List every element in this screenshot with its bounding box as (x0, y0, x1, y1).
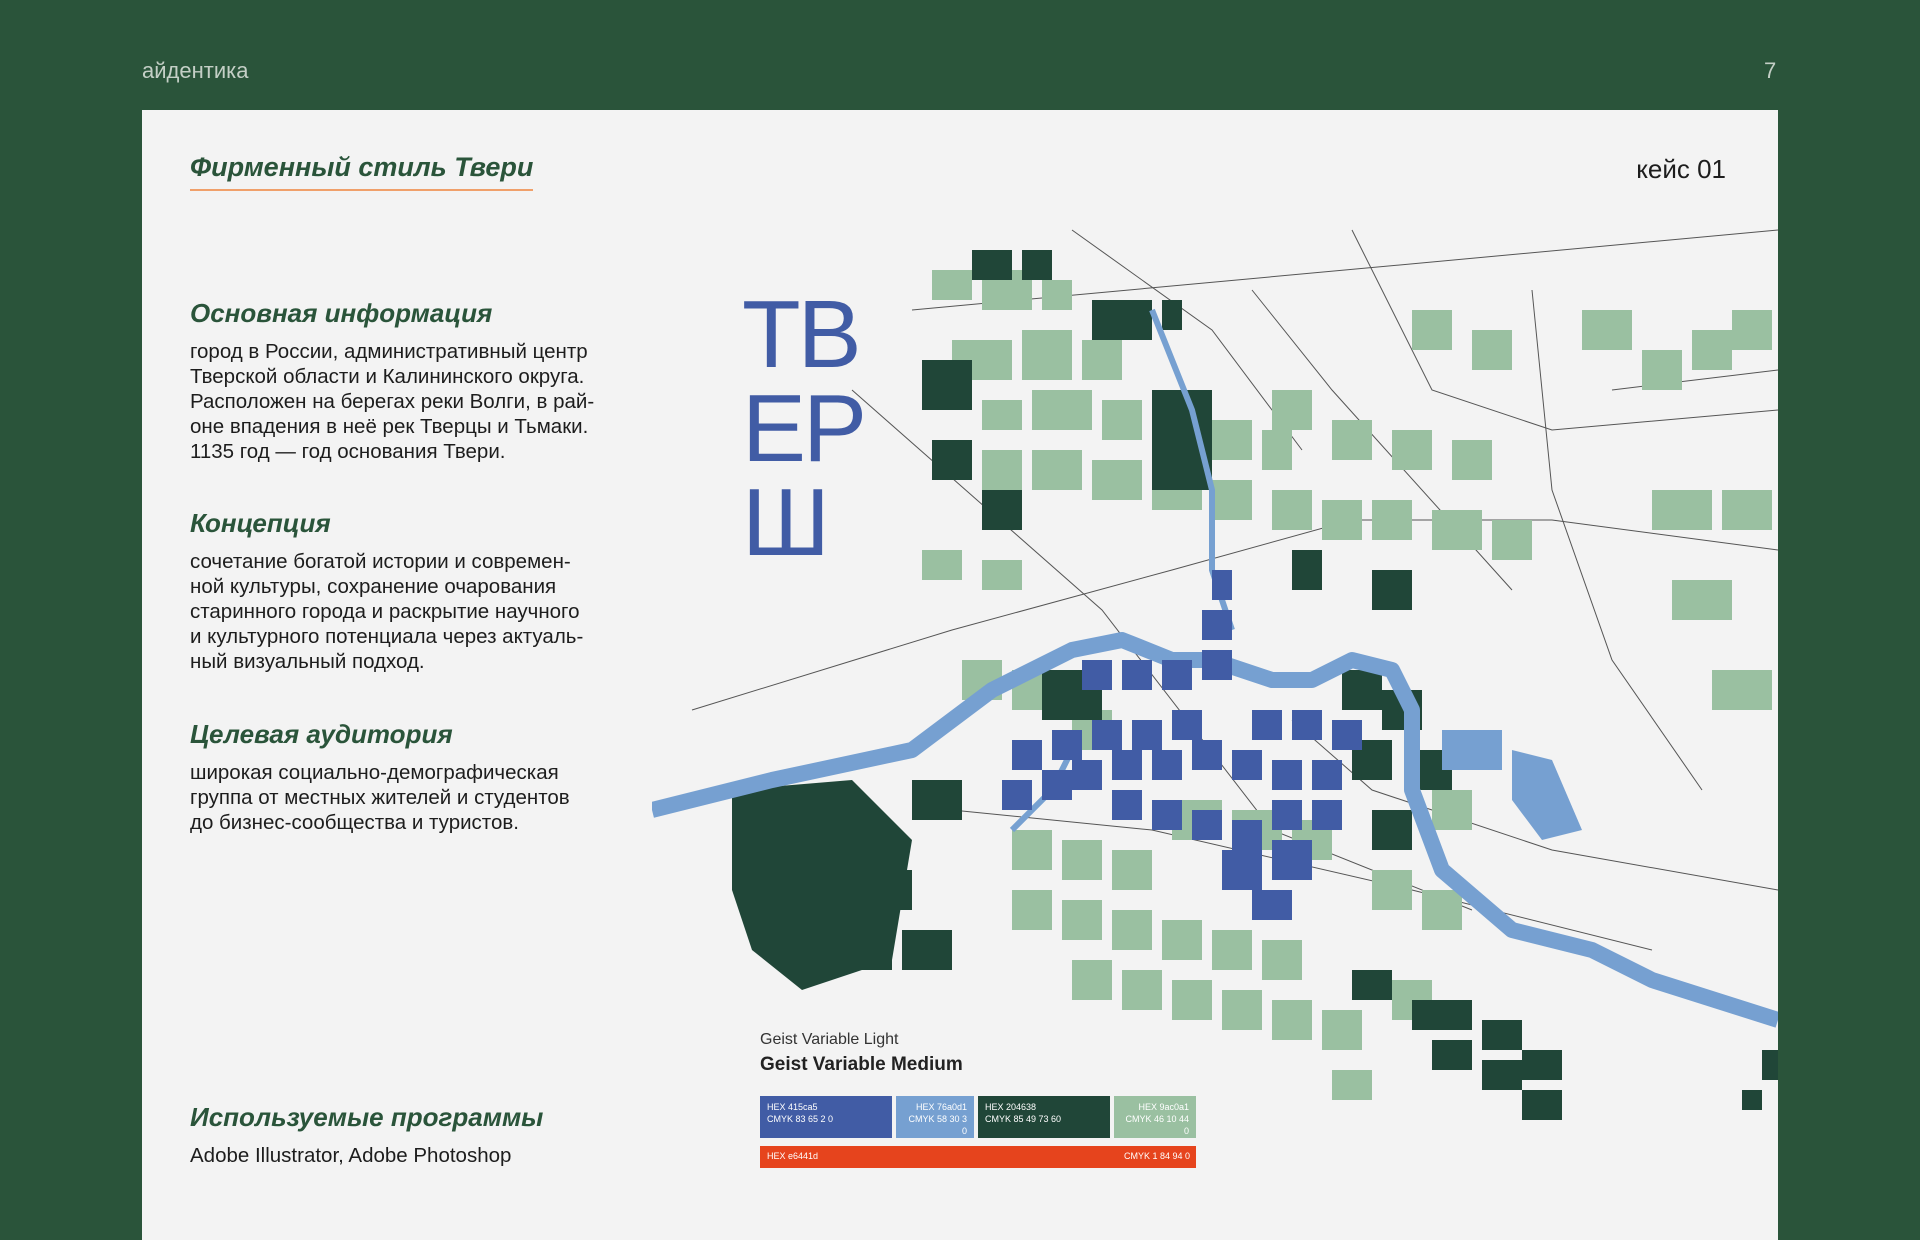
section-heading: Используемые программы (190, 1102, 544, 1132)
accent-hex: HEX e6441d (767, 1151, 819, 1161)
logo-line: Ш (742, 469, 830, 576)
color-swatch: HEX 76a0d1 CMYK 58 30 3 0 (896, 1096, 974, 1138)
section-text: широкая социально-демографическая группа… (190, 761, 570, 834)
section-heading: Основная информация (190, 298, 493, 328)
swatch-cmyk: CMYK 46 10 44 0 (1125, 1114, 1189, 1136)
swatch-cmyk: CMYK 85 49 73 60 (985, 1114, 1062, 1124)
swatch-hex: HEX 204638 (985, 1102, 1037, 1112)
logo-line: ЕР (742, 375, 867, 482)
font-sample-medium: Geist Variable Medium (760, 1054, 963, 1075)
logo-line: ТВ (742, 281, 862, 388)
section-text: город в России, административный центр Т… (190, 340, 595, 463)
color-swatch: HEX 9ac0a1 CMYK 46 10 44 0 (1114, 1096, 1196, 1138)
swatch-hex: HEX 76a0d1 (915, 1102, 967, 1112)
tver-logo: ТВ ЕР Ш (742, 281, 867, 576)
section-concept: Концепция сочетание богатой истории и со… (190, 508, 680, 674)
content-card: Фирменный стиль Твери кейс 01 Основная и… (142, 110, 1778, 1240)
lake (1512, 750, 1582, 840)
accent-swatch: HEX e6441d CMYK 1 84 94 0 (760, 1146, 1196, 1168)
font-sample-light: Geist Variable Light (760, 1031, 899, 1048)
map-blocks-dark (732, 250, 1778, 1120)
section-main-info: Основная информация город в России, адми… (190, 298, 680, 464)
section-software: Используемые программы Adobe Illustrator… (190, 1102, 680, 1168)
section-heading: Целевая аудитория (190, 719, 453, 749)
section-text: сочетание богатой истории и современ- но… (190, 550, 584, 673)
accent-cmyk: CMYK 1 84 94 0 (1123, 1151, 1190, 1161)
pond (1442, 730, 1502, 770)
section-label: айдентика (142, 58, 249, 83)
page-number: 7 (1764, 58, 1777, 83)
swatch-hex: HEX 415ca5 (767, 1102, 818, 1112)
section-audience: Целевая аудитория широкая социально-демо… (190, 719, 680, 835)
color-swatch: HEX 204638 CMYK 85 49 73 60 (978, 1096, 1110, 1138)
swatch-cmyk: CMYK 58 30 3 0 (908, 1114, 967, 1136)
page-title: Фирменный стиль Твери (190, 152, 534, 191)
swatch-cmyk: CMYK 83 65 2 0 (767, 1114, 834, 1124)
case-label: кейс 01 (1636, 154, 1726, 184)
color-swatch: HEX 415ca5 CMYK 83 65 2 0 (760, 1096, 892, 1138)
swatch-hex: HEX 9ac0a1 (1138, 1102, 1189, 1112)
section-text: Adobe Illustrator, Adobe Photoshop (190, 1144, 512, 1167)
map-blocks-center (1002, 570, 1362, 920)
section-heading: Концепция (190, 508, 331, 538)
